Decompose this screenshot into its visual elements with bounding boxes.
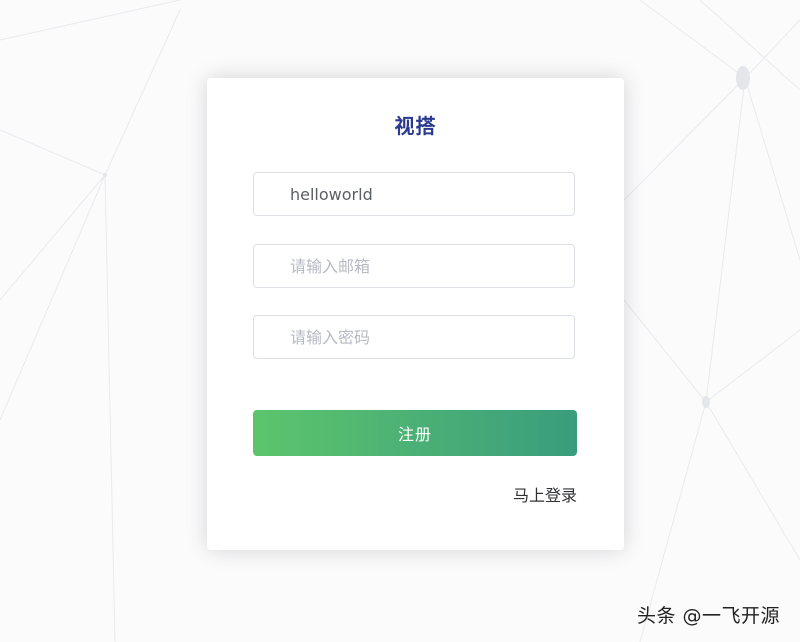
username-input[interactable]	[254, 173, 574, 215]
app-title: 视搭	[394, 114, 437, 138]
username-field[interactable]	[253, 172, 575, 216]
email-input[interactable]	[254, 245, 574, 287]
watermark-text: 头条 @一飞开源	[636, 605, 780, 627]
password-field[interactable]	[253, 315, 575, 359]
email-field[interactable]	[253, 244, 575, 288]
register-card: 视搭 注册 马上登录	[207, 78, 624, 550]
login-link[interactable]: 马上登录	[513, 482, 577, 506]
password-input[interactable]	[254, 316, 574, 358]
register-button[interactable]: 注册	[253, 410, 577, 456]
